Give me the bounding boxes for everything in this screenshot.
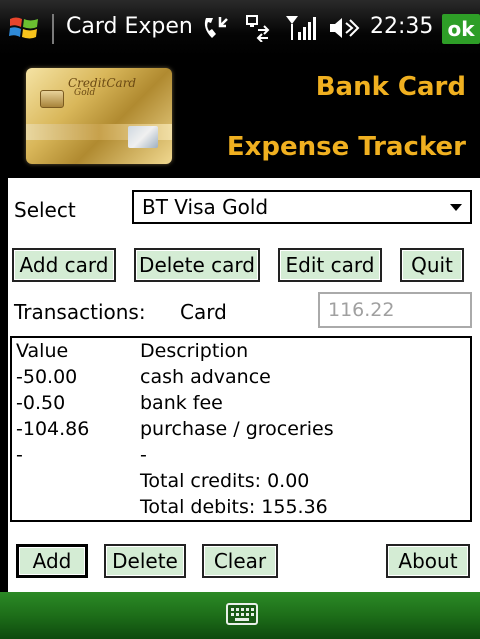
windows-logo-icon[interactable] (8, 13, 40, 43)
main-form: Select BT Visa Gold Add card Delete card… (8, 178, 480, 592)
missed-call-icon[interactable] (200, 14, 230, 42)
clock-time: 22:35 (370, 14, 434, 39)
transaction-description: cash advance (140, 366, 271, 388)
add-button[interactable]: Add (16, 544, 88, 578)
ok-button[interactable]: ok (442, 14, 480, 44)
sync-icon[interactable] (244, 14, 272, 42)
delete-button[interactable]: Delete (104, 544, 186, 578)
total-debits-text: Total debits: 155.36 (140, 496, 328, 518)
dropdown-arrow-icon[interactable] (450, 203, 462, 211)
banner-title-line1: Bank Card (315, 72, 466, 102)
total-credits-row: Total credits: 0.00 (16, 470, 466, 496)
app-title: Card Expen (66, 14, 193, 39)
description-column-header: Description (140, 340, 249, 362)
list-item[interactable]: -0.50 bank fee (16, 392, 466, 418)
credit-card-image: CreditCard Gold (26, 68, 172, 164)
list-item[interactable]: -104.86 purchase / groceries (16, 418, 466, 444)
total-debits-row: Total debits: 155.36 (16, 496, 466, 522)
about-button[interactable]: About (386, 544, 470, 578)
card-hologram-icon (128, 126, 158, 148)
card-sub-text: Gold (74, 88, 96, 98)
list-item[interactable]: - - (16, 444, 466, 470)
transactions-label: Transactions: (14, 300, 146, 324)
transaction-description: purchase / groceries (140, 418, 334, 440)
card-chip-icon (40, 90, 64, 108)
transaction-value: -0.50 (16, 392, 66, 414)
edit-card-button[interactable]: Edit card (278, 248, 382, 282)
clear-button[interactable]: Clear (202, 544, 278, 578)
header-banner: CreditCard Gold Bank Card Expense Tracke… (0, 56, 480, 178)
select-label: Select (14, 198, 76, 222)
delete-card-button[interactable]: Delete card (134, 248, 260, 282)
card-select[interactable]: BT Visa Gold (132, 190, 472, 224)
transaction-description: bank fee (140, 392, 223, 414)
add-card-button[interactable]: Add card (12, 248, 116, 282)
list-item[interactable]: -50.00 cash advance (16, 366, 466, 392)
card-label: Card (180, 300, 227, 324)
title-separator (52, 14, 54, 44)
transaction-description: - (140, 444, 147, 466)
soft-key-bar (0, 592, 480, 639)
banner-title-line2: Expense Tracker (226, 132, 466, 162)
keyboard-icon[interactable] (226, 603, 258, 625)
signal-icon[interactable] (284, 14, 318, 42)
quit-button[interactable]: Quit (400, 248, 464, 282)
title-bar: Card Expen 22:35 ok (0, 0, 480, 56)
value-column-header: Value (16, 340, 69, 362)
transaction-value: - (16, 444, 23, 466)
speaker-icon[interactable] (328, 14, 362, 42)
total-credits-text: Total credits: 0.00 (140, 470, 310, 492)
transaction-value: -50.00 (16, 366, 78, 388)
card-amount-field[interactable]: 116.22 (318, 292, 472, 328)
selected-card-value: BT Visa Gold (142, 195, 269, 219)
transactions-list[interactable]: Value Description -50.00 cash advance -0… (10, 336, 472, 522)
list-header: Value Description (16, 340, 466, 366)
transaction-value: -104.86 (16, 418, 90, 440)
